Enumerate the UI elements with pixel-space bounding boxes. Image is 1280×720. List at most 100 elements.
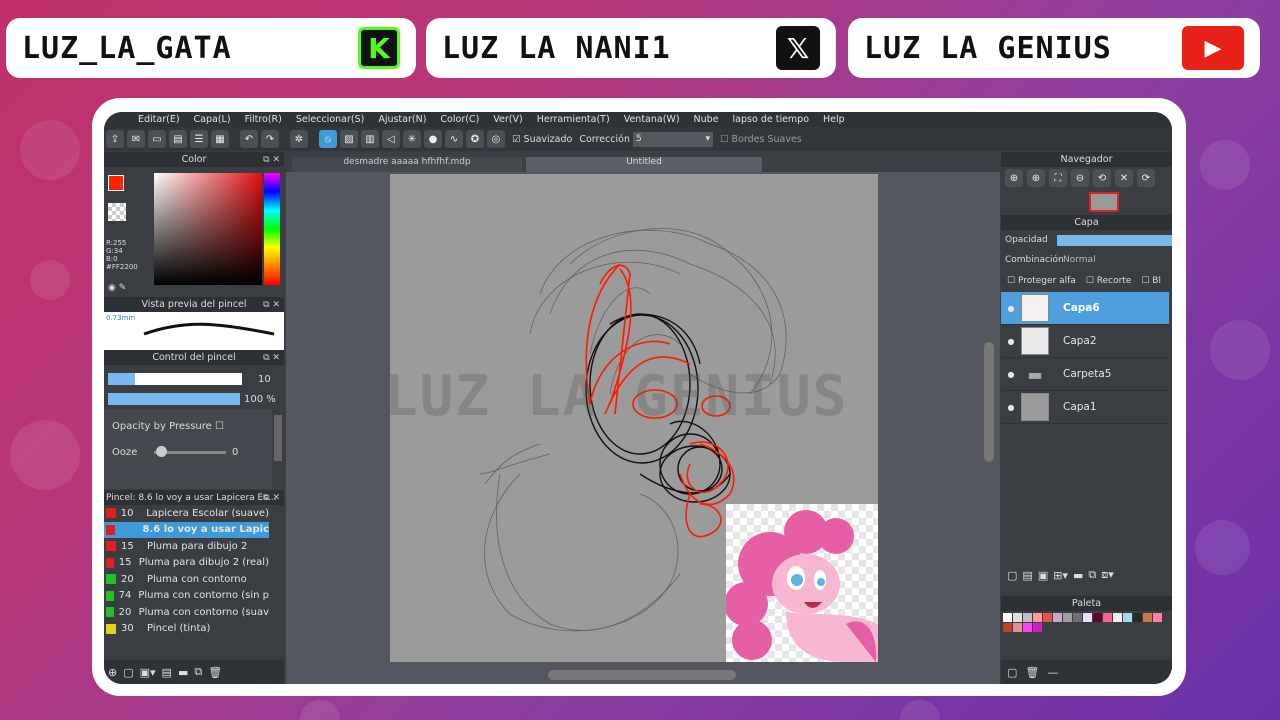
folder-icon[interactable]: ▬ <box>178 666 188 679</box>
palette-swatch[interactable] <box>1023 623 1032 632</box>
rotate-left-icon[interactable]: ⟲ <box>1093 169 1111 187</box>
transparent-swatch[interactable] <box>108 203 126 221</box>
merge-icon[interactable]: ⧈▾ <box>1101 568 1114 582</box>
correction-select[interactable]: 5 ▾ <box>633 131 713 147</box>
menu-timelapse[interactable]: lapso de tiempo <box>733 114 809 125</box>
opacity-pressure-option[interactable]: Opacity by Pressure ☐ <box>112 421 224 432</box>
crosshair-icon[interactable]: ✳ <box>403 130 421 148</box>
smoothing-checkbox-label[interactable]: ☑ Suavizado <box>512 134 572 145</box>
palette-swatch[interactable] <box>1143 613 1152 622</box>
brush-item[interactable]: 20 Pluma con contorno <box>104 571 269 588</box>
export-icon[interactable]: ⇪ <box>106 130 124 148</box>
zoom-in-icon[interactable]: ⊕ <box>1005 169 1023 187</box>
saturation-value-picker[interactable] <box>154 173 262 285</box>
add-brush-icon[interactable]: ⊕ <box>108 666 117 679</box>
drawing-canvas[interactable]: LUZ LA GENIUS <box>390 174 878 662</box>
menu-help[interactable]: Help <box>823 114 845 125</box>
trash-icon[interactable]: 🗑 <box>1025 666 1039 679</box>
target-icon[interactable]: ◎ <box>487 130 505 148</box>
list-icon[interactable]: ☰ <box>190 130 208 148</box>
menu-adjust[interactable]: Ajustar(N) <box>378 114 426 125</box>
no-stabilizer-icon[interactable]: ⦸ <box>319 130 337 148</box>
palette-swatch[interactable] <box>1123 613 1132 622</box>
document-icon[interactable]: ▤ <box>169 130 187 148</box>
curve-icon[interactable]: ∿ <box>445 130 463 148</box>
reset-icon[interactable]: ✕ <box>1115 169 1133 187</box>
panel-controls-icon[interactable]: ⧉ ✕ <box>263 300 280 310</box>
palette-swatch[interactable] <box>1113 613 1122 622</box>
palette-swatch[interactable] <box>1053 613 1062 622</box>
menu-color[interactable]: Color(C) <box>440 114 479 125</box>
panel-controls-icon[interactable]: ⧉ ✕ <box>263 155 280 165</box>
canvas-vertical-scrollbar[interactable] <box>984 342 994 462</box>
palette-swatches[interactable] <box>1003 613 1169 632</box>
palette-swatch[interactable] <box>1073 613 1082 622</box>
eye-icon[interactable]: ● <box>1001 304 1021 313</box>
palette-swatch[interactable] <box>1003 623 1012 632</box>
menu-edit[interactable]: Editar(E) <box>138 114 180 125</box>
trash-icon[interactable]: 🗑 <box>208 666 222 679</box>
layer-row[interactable]: ● Capa1 <box>1001 391 1169 424</box>
rotate-right-icon[interactable]: ⟳ <box>1137 169 1155 187</box>
duplicate-icon[interactable]: ▣ <box>1038 569 1048 582</box>
palette-swatch[interactable] <box>1103 613 1112 622</box>
brush-item[interactable]: 74 Pluma con contorno (sin p <box>104 588 269 605</box>
soft-edges-checkbox[interactable]: ☐ Bordes Suaves <box>720 134 802 145</box>
menu-layer[interactable]: Capa(L) <box>194 114 231 125</box>
palette-swatch[interactable] <box>1013 613 1022 622</box>
folder-icon[interactable]: ▬ <box>1073 569 1083 582</box>
eye-icon[interactable]: ● <box>1001 337 1021 346</box>
new-layer-icon[interactable]: ▤ <box>1022 569 1032 582</box>
canvas-horizontal-scrollbar[interactable] <box>548 670 736 680</box>
circle-icon[interactable]: ● <box>424 130 442 148</box>
new-page-icon[interactable]: ▢ <box>123 666 133 679</box>
settings-icon[interactable]: ✲ <box>290 130 308 148</box>
brush-item[interactable]: 10 Lapicera Escolar (suave) <box>104 505 269 522</box>
layer-row[interactable]: ● ▬ Carpeta5 <box>1001 358 1169 391</box>
layer-row-selected[interactable]: ● Capa6 <box>1001 292 1169 325</box>
color-mode-icons[interactable]: ◉ ✎ <box>108 283 126 293</box>
redo-icon[interactable]: ↷ <box>261 130 279 148</box>
more-icon[interactable]: — <box>1047 666 1058 679</box>
menu-filter[interactable]: Filtro(R) <box>245 114 282 125</box>
zoom-out-icon[interactable]: ⊖ <box>1071 169 1089 187</box>
menu-tool[interactable]: Herramienta(T) <box>537 114 610 125</box>
protect-alpha-checkbox[interactable]: ☐ Proteger alfa <box>1007 276 1076 286</box>
copy-icon[interactable]: ⧉ <box>1088 568 1096 582</box>
menu-window[interactable]: Ventana(W) <box>624 114 680 125</box>
paste-icon[interactable]: ▣▾ <box>140 666 156 679</box>
perspective-icon[interactable]: ◁ <box>382 130 400 148</box>
undo-icon[interactable]: ↶ <box>240 130 258 148</box>
brush-opacity-slider[interactable] <box>108 393 240 405</box>
layer-opacity-slider[interactable] <box>1057 234 1172 246</box>
brush-item[interactable]: 20 Pluma con contorno (suav <box>104 604 269 621</box>
menu-select[interactable]: Seleccionar(S) <box>296 114 364 125</box>
eye-icon[interactable]: ● <box>1001 370 1021 379</box>
grid-icon[interactable]: ▦ <box>211 130 229 148</box>
hue-slider[interactable] <box>264 173 280 285</box>
brush-item[interactable]: 30 Pincel (tinta) <box>104 621 269 638</box>
palette-swatch[interactable] <box>1083 613 1092 622</box>
comment-icon[interactable]: ▭ <box>148 130 166 148</box>
snap-icon[interactable]: ✪ <box>466 130 484 148</box>
ooze-slider-handle[interactable] <box>156 446 167 457</box>
palette-swatch[interactable] <box>1023 613 1032 622</box>
palette-swatch[interactable] <box>1153 613 1162 622</box>
menu-cloud[interactable]: Nube <box>694 114 719 125</box>
brush-item[interactable]: 15 Pluma para dibujo 2 <box>104 538 269 555</box>
lines-icon[interactable]: ▥ <box>361 130 379 148</box>
brush-item-selected[interactable]: 8.6 lo voy a usar Lapic <box>104 521 269 538</box>
blend-mode-select[interactable]: Normal <box>1063 255 1096 265</box>
palette-swatch[interactable] <box>1043 613 1052 622</box>
brush-item[interactable]: 15 Pluma para dibujo 2 (real) <box>104 555 269 572</box>
palette-swatch[interactable] <box>1033 623 1042 632</box>
palette-swatch[interactable] <box>1013 623 1022 632</box>
tab-untitled[interactable]: Untitled <box>526 157 762 172</box>
add-icon[interactable]: ⊞▾ <box>1053 569 1068 582</box>
copy-icon[interactable]: ⧉ <box>194 665 202 679</box>
palette-swatch[interactable] <box>1033 613 1042 622</box>
clipping-checkbox[interactable]: ☐ Recorte <box>1086 276 1132 286</box>
extra-checkbox[interactable]: ☐ Bl <box>1141 276 1161 286</box>
primary-color-swatch[interactable] <box>108 175 124 191</box>
brush-size-slider[interactable] <box>108 373 242 385</box>
